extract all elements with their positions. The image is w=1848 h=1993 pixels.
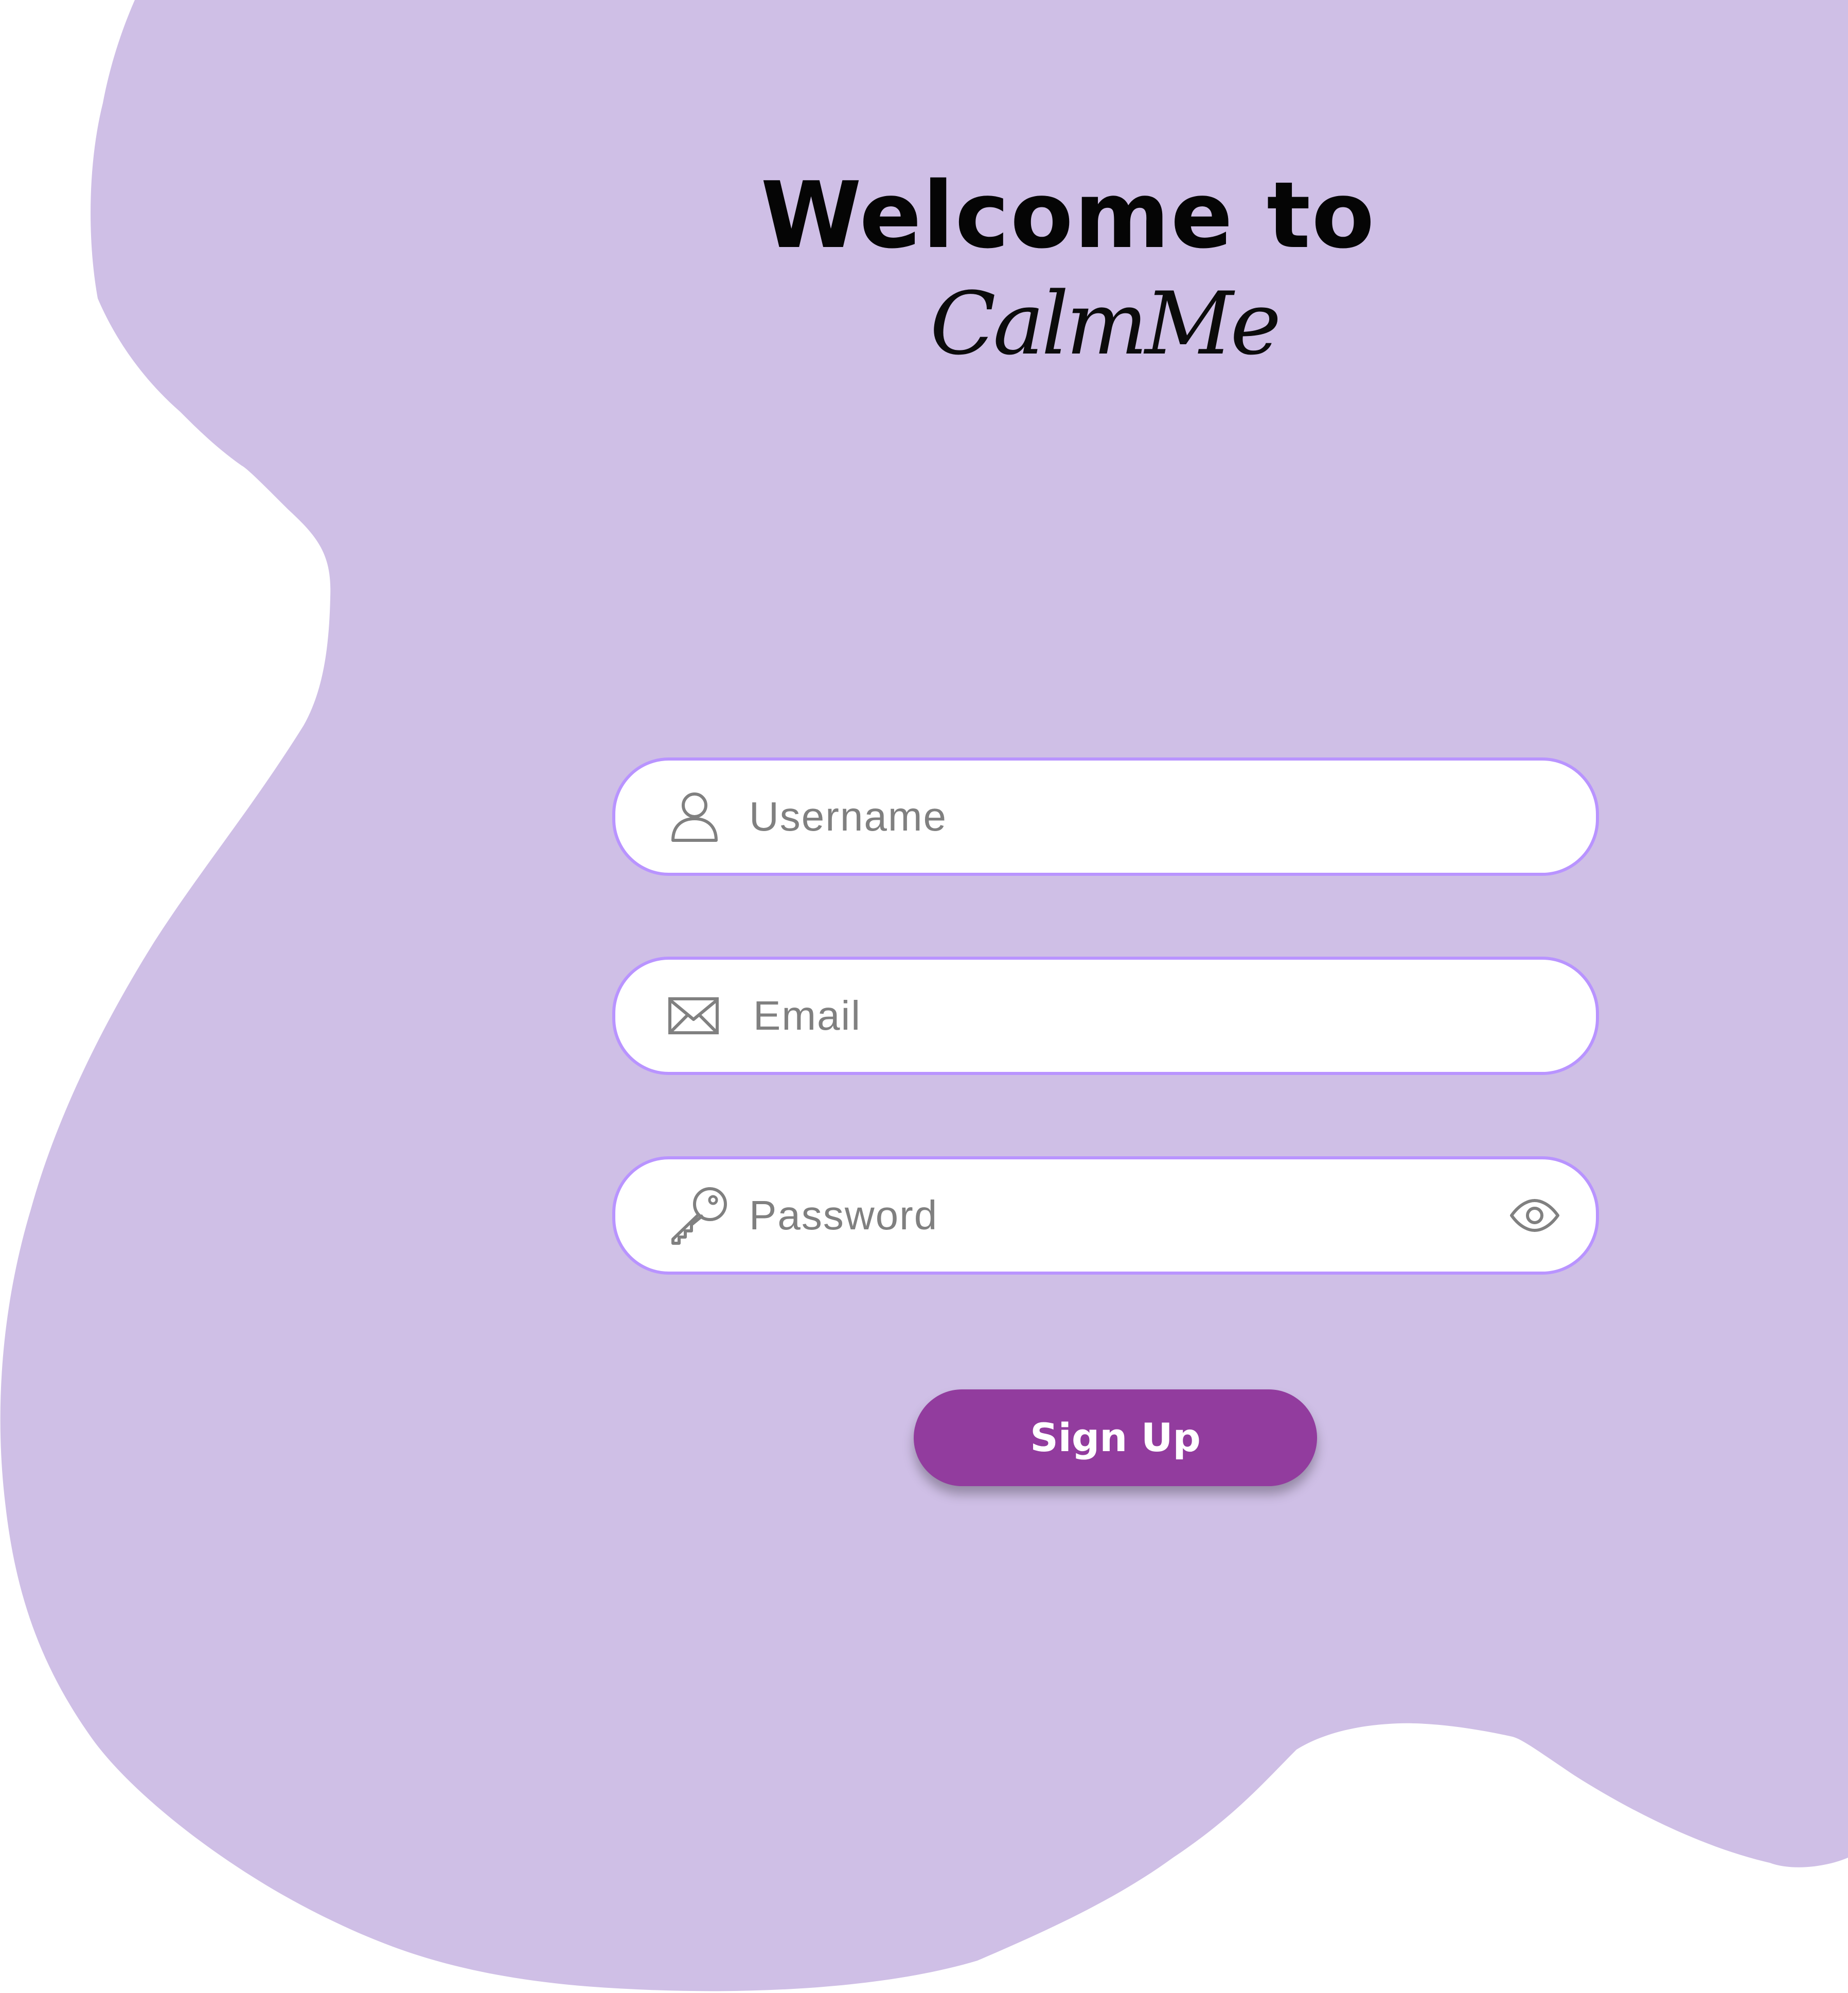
email-input[interactable]: Email	[753, 995, 861, 1036]
user-icon	[671, 792, 718, 842]
welcome-title: Welcome to	[760, 162, 1376, 269]
brand-logo-text: CalmMe	[930, 273, 1281, 374]
envelope-icon	[668, 997, 719, 1034]
signup-screen: Welcome to CalmMe Username Email Passwor…	[0, 0, 1848, 1993]
password-input[interactable]: Password	[749, 1195, 938, 1236]
username-field[interactable]: Username	[612, 757, 1599, 876]
password-field[interactable]: Password	[612, 1156, 1599, 1275]
email-field[interactable]: Email	[612, 957, 1599, 1075]
eye-icon[interactable]	[1509, 1198, 1560, 1232]
key-icon	[671, 1187, 727, 1245]
sign-up-label: Sign Up	[1030, 1415, 1201, 1460]
sign-up-button[interactable]: Sign Up	[914, 1389, 1317, 1486]
username-input[interactable]: Username	[749, 796, 947, 837]
